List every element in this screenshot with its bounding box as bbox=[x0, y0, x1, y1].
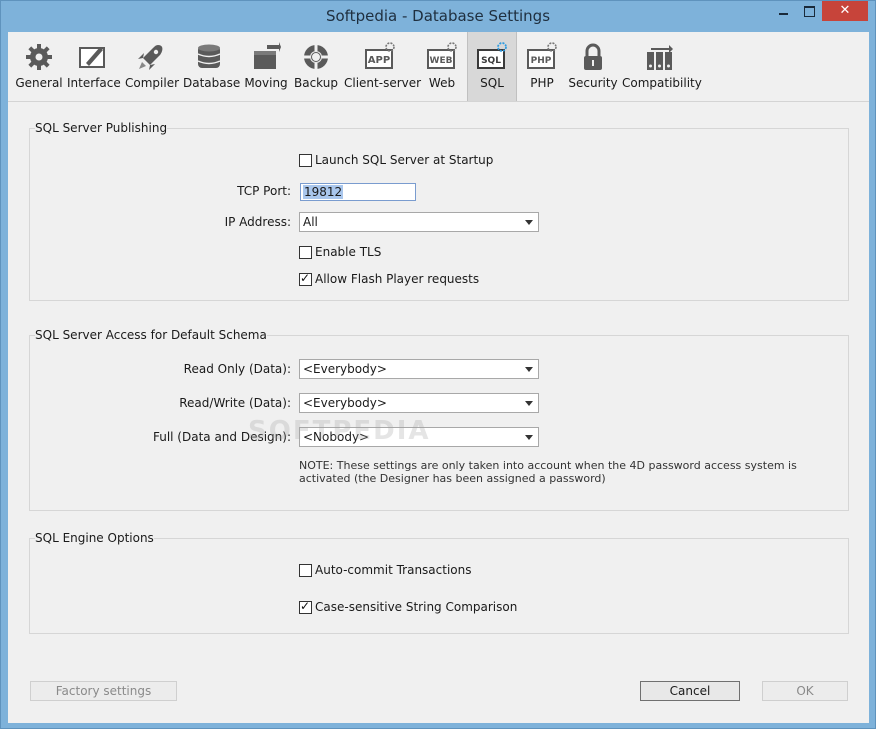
tab-label: Web bbox=[428, 76, 456, 90]
tab-compiler[interactable]: Compiler bbox=[125, 32, 180, 101]
tab-moving[interactable]: Moving bbox=[241, 32, 291, 101]
enable-tls-checkbox[interactable] bbox=[299, 246, 312, 259]
lock-icon bbox=[584, 43, 602, 70]
maximize-button[interactable] bbox=[796, 1, 822, 21]
case-sensitive-checkbox[interactable] bbox=[299, 599, 312, 614]
box-arrow-icon bbox=[254, 42, 281, 69]
tcp-port-label: TCP Port: bbox=[237, 184, 291, 198]
interface-icon bbox=[79, 47, 105, 68]
publishing-group-title: SQL Server Publishing bbox=[35, 121, 168, 135]
tab-label: SQL bbox=[480, 76, 504, 90]
read-write-label: Read/Write (Data): bbox=[179, 396, 291, 410]
case-sensitive-label: Case-sensitive String Comparison bbox=[315, 600, 518, 614]
ok-button[interactable]: OK bbox=[762, 681, 848, 701]
tab-sql[interactable]: SQL SQL bbox=[467, 32, 517, 101]
tab-label: Database bbox=[183, 76, 241, 90]
tab-compatibility[interactable]: Compatibility bbox=[622, 32, 702, 101]
chevron-down-icon bbox=[525, 367, 533, 372]
window-title: Softpedia - Database Settings bbox=[325, 7, 551, 25]
allow-flash-label: Allow Flash Player requests bbox=[315, 272, 480, 286]
tab-label: Backup bbox=[294, 76, 338, 90]
cancel-button[interactable]: Cancel bbox=[640, 681, 740, 701]
tcp-port-value: 19812 bbox=[303, 185, 344, 199]
svg-text:PHP: PHP bbox=[531, 56, 552, 66]
read-only-select[interactable]: <Everybody> bbox=[299, 359, 539, 379]
rocket-icon bbox=[138, 45, 163, 70]
tab-security[interactable]: Security bbox=[568, 32, 618, 101]
close-icon: ✕ bbox=[839, 3, 851, 18]
ip-address-label: IP Address: bbox=[224, 215, 291, 229]
database-icon bbox=[197, 44, 221, 68]
web-icon: WEB bbox=[427, 42, 457, 69]
sql-icon: SQL bbox=[477, 42, 507, 69]
svg-text:APP: APP bbox=[368, 55, 390, 66]
tab-database[interactable]: Database bbox=[183, 32, 241, 101]
factory-settings-button[interactable]: Factory settings bbox=[30, 681, 177, 701]
ip-address-value: All bbox=[303, 215, 318, 229]
tab-general[interactable]: General bbox=[15, 32, 63, 101]
close-button[interactable]: ✕ bbox=[822, 1, 868, 21]
settings-client-area: General Interface Compiler Database Movi… bbox=[8, 32, 869, 723]
svg-text:WEB: WEB bbox=[430, 56, 453, 66]
tab-interface[interactable]: Interface bbox=[67, 32, 121, 101]
chevron-down-icon bbox=[525, 401, 533, 406]
tab-label: Moving bbox=[244, 76, 288, 90]
tab-label: General bbox=[15, 76, 63, 90]
access-note: NOTE: These settings are only taken into… bbox=[299, 459, 797, 485]
minimize-button[interactable] bbox=[770, 1, 796, 21]
launch-at-startup-label: Launch SQL Server at Startup bbox=[315, 153, 494, 167]
tab-label: Security bbox=[568, 76, 618, 90]
ip-address-select[interactable]: All bbox=[299, 212, 539, 232]
php-icon: PHP bbox=[527, 42, 557, 69]
app-icon: APP bbox=[365, 42, 395, 69]
compatibility-icon bbox=[647, 45, 673, 70]
enable-tls-label: Enable TLS bbox=[315, 245, 382, 259]
launch-at-startup-checkbox[interactable] bbox=[299, 154, 312, 167]
tab-label: Client-server bbox=[344, 76, 422, 90]
svg-text:SQL: SQL bbox=[481, 56, 501, 66]
engine-group-title: SQL Engine Options bbox=[35, 531, 154, 545]
tab-label: Interface bbox=[67, 76, 121, 90]
engine-group bbox=[29, 538, 849, 634]
tab-label: Compatibility bbox=[622, 76, 702, 90]
read-write-select[interactable]: <Everybody> bbox=[299, 393, 539, 413]
tcp-port-input[interactable]: 19812 bbox=[300, 183, 416, 201]
tab-client-server[interactable]: APP Client-server bbox=[344, 32, 422, 101]
tab-backup[interactable]: Backup bbox=[293, 32, 339, 101]
auto-commit-checkbox[interactable] bbox=[299, 564, 312, 577]
watermark-logo: SOFTPEDIA bbox=[248, 416, 431, 446]
chevron-down-icon bbox=[525, 220, 533, 225]
tab-label: Compiler bbox=[125, 76, 180, 90]
chevron-down-icon bbox=[525, 435, 533, 440]
access-group-title: SQL Server Access for Default Schema bbox=[35, 328, 267, 342]
tab-php[interactable]: PHP PHP bbox=[520, 32, 564, 101]
settings-toolbar: General Interface Compiler Database Movi… bbox=[8, 32, 869, 102]
read-only-value: <Everybody> bbox=[303, 362, 387, 376]
settings-window: Softpedia - Database Settings ✕ General bbox=[0, 0, 876, 729]
tab-web[interactable]: WEB Web bbox=[420, 32, 464, 101]
title-bar[interactable]: Softpedia - Database Settings ✕ bbox=[1, 1, 875, 32]
auto-commit-label: Auto-commit Transactions bbox=[315, 563, 472, 577]
gear-icon bbox=[26, 44, 52, 70]
lifebuoy-icon bbox=[304, 45, 328, 69]
allow-flash-checkbox[interactable] bbox=[299, 271, 312, 286]
read-only-label: Read Only (Data): bbox=[183, 362, 291, 376]
read-write-value: <Everybody> bbox=[303, 396, 387, 410]
tab-label: PHP bbox=[530, 76, 554, 90]
